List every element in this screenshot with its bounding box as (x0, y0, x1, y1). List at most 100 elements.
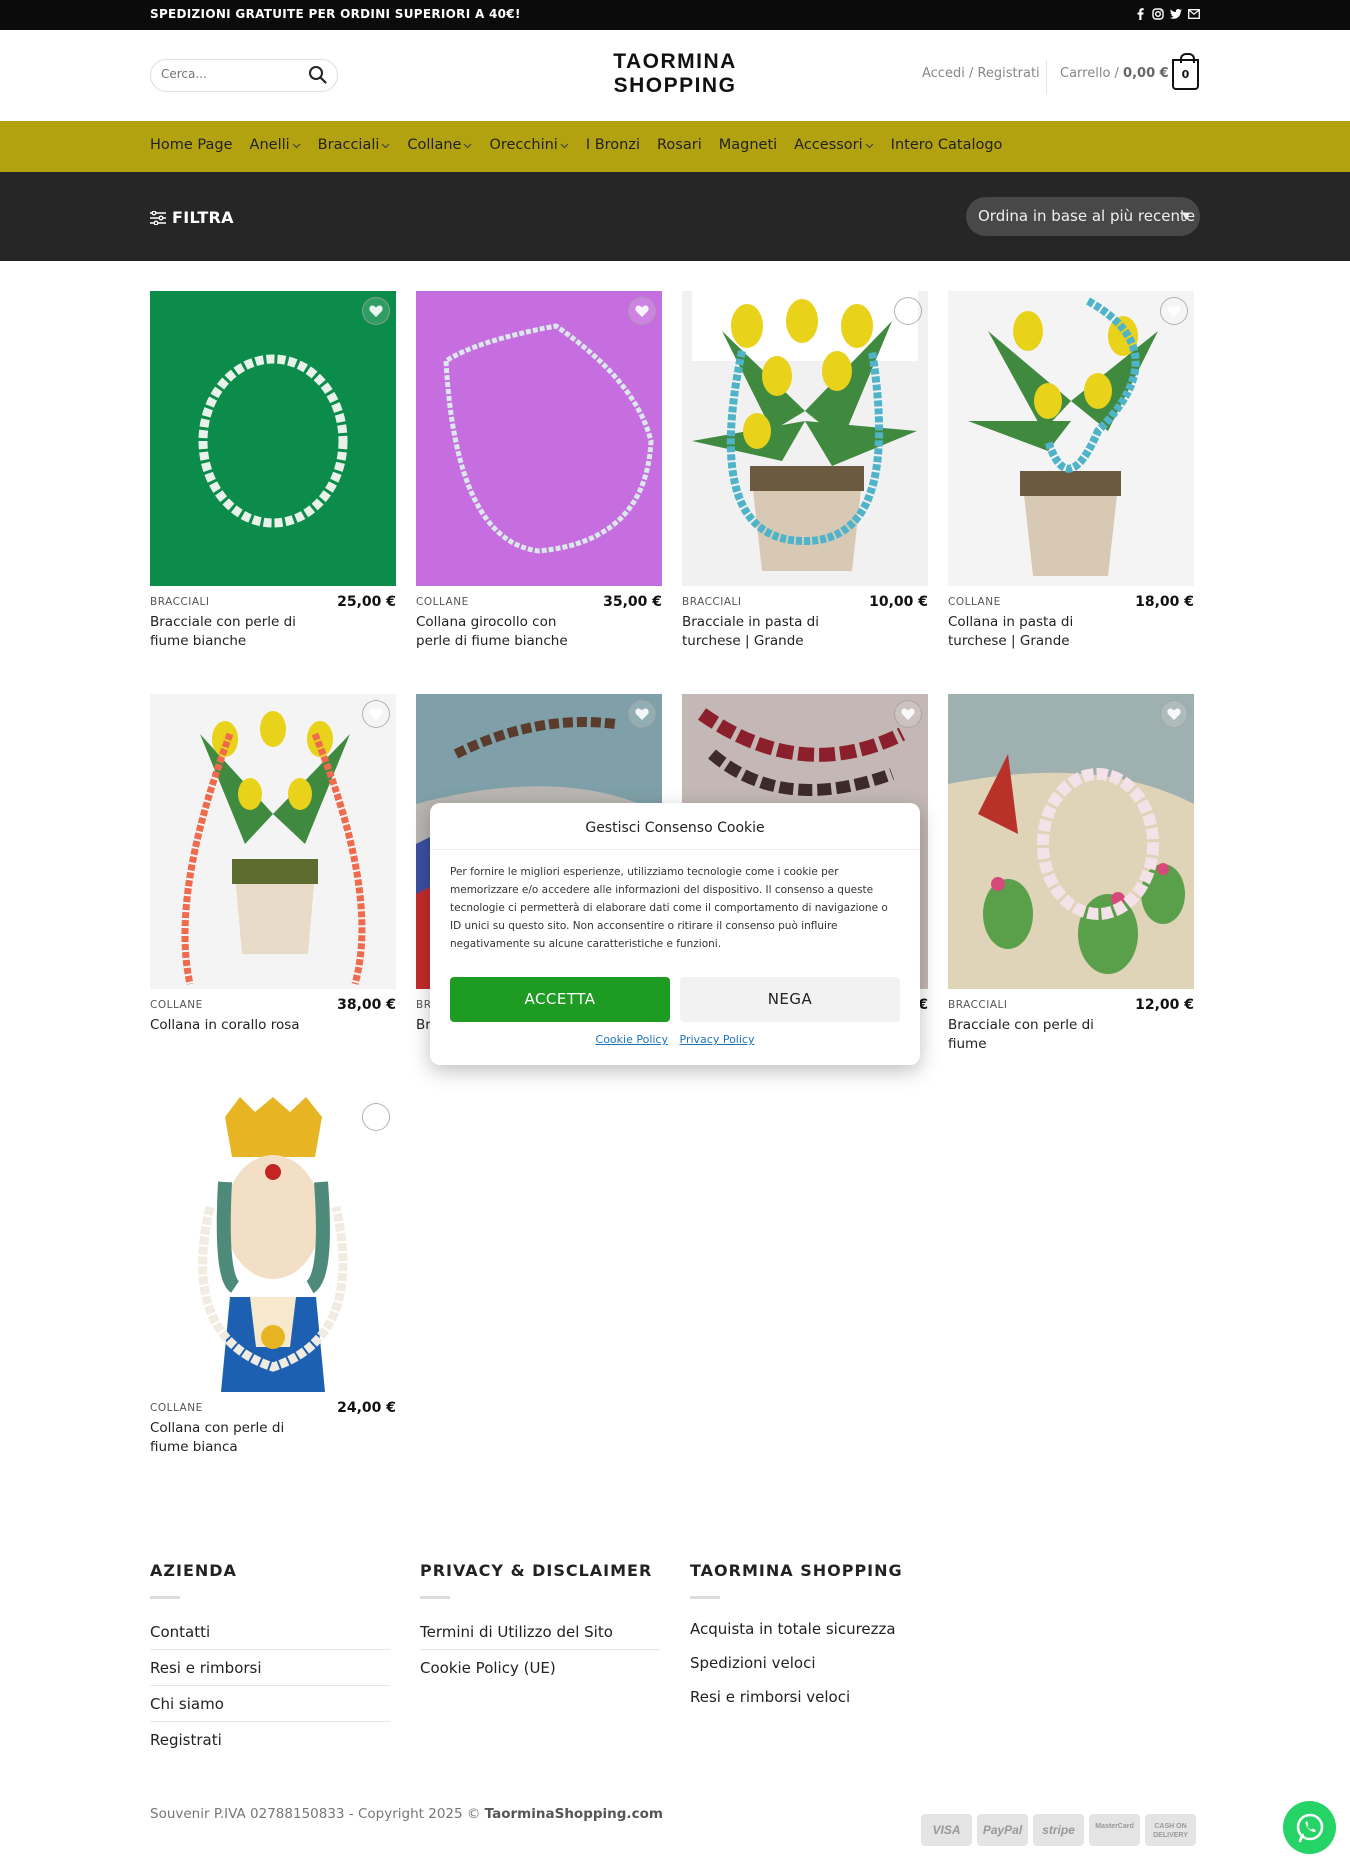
cart-label: Carrello / (1060, 66, 1119, 81)
cash-on-delivery-icon: CASH ON DELIVERY (1145, 1814, 1196, 1846)
search-button[interactable] (307, 64, 329, 86)
footer-col-title: TAORMINA SHOPPING (690, 1561, 903, 1580)
wishlist-button[interactable] (894, 297, 922, 325)
product-image[interactable] (682, 291, 928, 586)
chevron-down-icon (381, 142, 390, 152)
twitter-icon[interactable] (1170, 7, 1182, 20)
cookie-title: Gestisci Consenso Cookie (585, 820, 765, 836)
cart-count-icon[interactable]: 0 (1172, 53, 1199, 90)
product-image[interactable] (150, 291, 396, 586)
nav-item[interactable]: Home Page (150, 137, 233, 153)
nav-item[interactable]: Intero Catalogo (891, 137, 1003, 153)
nav-item-label: Accessori (794, 137, 863, 153)
envelope-icon[interactable] (1188, 7, 1200, 20)
footer-link[interactable]: Termini di Utilizzo del Sito (420, 1614, 660, 1650)
cookie-policy-link[interactable]: Cookie Policy (596, 1033, 668, 1046)
site-logo[interactable]: TAORMINA SHOPPING (575, 50, 775, 98)
instagram-icon[interactable] (1152, 7, 1164, 20)
search-input[interactable] (161, 67, 301, 81)
footer-link[interactable]: Cookie Policy (UE) (420, 1650, 660, 1685)
privacy-policy-link[interactable]: Privacy Policy (680, 1033, 755, 1046)
top-bar: SPEDIZIONI GRATUITE PER ORDINI SUPERIORI… (0, 0, 1350, 30)
wishlist-button[interactable] (1160, 297, 1188, 325)
nav-item-label: I Bronzi (585, 137, 640, 153)
visa-icon: VISA (921, 1814, 972, 1846)
copyright-prefix: Souvenir P.IVA 02788150833 - Copyright 2… (150, 1806, 481, 1822)
nav-item-label: Anelli (249, 137, 290, 153)
product-image[interactable] (150, 1097, 396, 1392)
footer-text: Acquista in totale sicurezza (690, 1620, 896, 1638)
footer-link[interactable]: Contatti (150, 1614, 390, 1650)
accept-cookies-button[interactable]: ACCETTA (450, 977, 670, 1022)
footer-col-title: PRIVACY & DISCLAIMER (420, 1561, 653, 1580)
header-divider (1046, 60, 1047, 94)
nav-item-label: Intero Catalogo (890, 137, 1003, 153)
nav-item[interactable]: Accessori (794, 137, 874, 153)
heart-icon (1167, 305, 1181, 317)
product-price: 24,00 € (337, 1400, 396, 1416)
wishlist-button[interactable] (362, 1103, 390, 1131)
copyright-site[interactable]: TaorminaShopping.com (485, 1806, 663, 1822)
wishlist-button[interactable] (894, 700, 922, 728)
account-link[interactable]: Accedi / Registrati (922, 66, 1040, 81)
product-category[interactable]: BRACCIALI (948, 999, 1007, 1011)
nav-item[interactable]: Magneti (719, 137, 777, 153)
product-title[interactable]: Collana girocollo con perle di fiume bia… (416, 613, 586, 651)
mastercard-icon: MasterCard (1089, 1814, 1140, 1846)
footer-col-taormina: TAORMINA SHOPPING Acquista in totale sic… (690, 1561, 930, 1716)
facebook-icon[interactable] (1134, 7, 1146, 20)
product-category[interactable]: COLLANE (416, 596, 469, 608)
product-title[interactable]: Collana in pasta di turchese | Grande (948, 613, 1118, 651)
heart-icon (901, 305, 915, 317)
wishlist-button[interactable] (362, 297, 390, 325)
stripe-icon: stripe (1033, 1814, 1084, 1846)
copyright: Souvenir P.IVA 02788150833 - Copyright 2… (150, 1806, 663, 1822)
cart-link[interactable]: Carrello / 0,00 € (1060, 66, 1169, 81)
product-category[interactable]: BRACCIALI (682, 596, 741, 608)
product-price: 38,00 € (337, 997, 396, 1013)
product-image[interactable] (948, 694, 1194, 989)
product-price: 12,00 € (1135, 997, 1194, 1013)
product-title[interactable]: Collana in corallo rosa (150, 1016, 320, 1035)
product-image[interactable] (948, 291, 1194, 586)
filter-button[interactable]: FILTRA (150, 208, 234, 227)
deny-cookies-button[interactable]: NEGA (680, 977, 900, 1022)
search-icon (309, 66, 327, 84)
nav-item[interactable]: Bracciali (318, 137, 391, 153)
product-title[interactable]: Bracciale con perle di fiume (948, 1016, 1118, 1054)
footer-title-bar (420, 1596, 450, 1599)
nav-item[interactable]: Collane (407, 137, 472, 153)
chevron-down-icon: ▼ (1182, 211, 1190, 222)
product-category[interactable]: BRACCIALI (150, 596, 209, 608)
nav-list: Home Page Anelli Bracciali Collane Orecchini… (150, 137, 1019, 153)
filter-label: FILTRA (172, 208, 234, 227)
product-category[interactable]: COLLANE (948, 596, 1001, 608)
heart-icon (901, 708, 915, 720)
nav-item[interactable]: Rosari (657, 137, 702, 153)
product-image[interactable] (150, 694, 396, 989)
footer-link[interactable]: Resi e rimborsi (150, 1650, 390, 1686)
wishlist-button[interactable] (628, 700, 656, 728)
nav-item-label: Collane (407, 137, 462, 153)
product-title[interactable]: Collana con perle di fiume bianca (150, 1419, 320, 1457)
product-category[interactable]: COLLANE (150, 999, 203, 1011)
product-title[interactable]: Bracciale con perle di fiume bianche (150, 613, 320, 651)
footer-link[interactable]: Chi siamo (150, 1686, 390, 1722)
chevron-down-icon (560, 142, 569, 152)
heart-icon (1167, 708, 1181, 720)
product-category[interactable]: COLLANE (150, 1402, 203, 1414)
chevron-down-icon (865, 142, 874, 152)
nav-item[interactable]: Orecchini (489, 137, 569, 153)
product-image[interactable] (416, 291, 662, 586)
sort-select[interactable]: Ordina in base al più recente ▼ (966, 197, 1200, 236)
whatsapp-button[interactable] (1283, 1801, 1336, 1854)
nav-item[interactable]: Anelli (250, 137, 301, 153)
wishlist-button[interactable] (1160, 700, 1188, 728)
wishlist-button[interactable] (628, 297, 656, 325)
footer-link[interactable]: Registrati (150, 1722, 390, 1757)
heart-icon (369, 305, 383, 317)
product-title[interactable]: Bracciale in pasta di turchese | Grande (682, 613, 852, 651)
wishlist-button[interactable] (362, 700, 390, 728)
search-form (150, 59, 338, 92)
nav-item[interactable]: I Bronzi (586, 137, 640, 153)
